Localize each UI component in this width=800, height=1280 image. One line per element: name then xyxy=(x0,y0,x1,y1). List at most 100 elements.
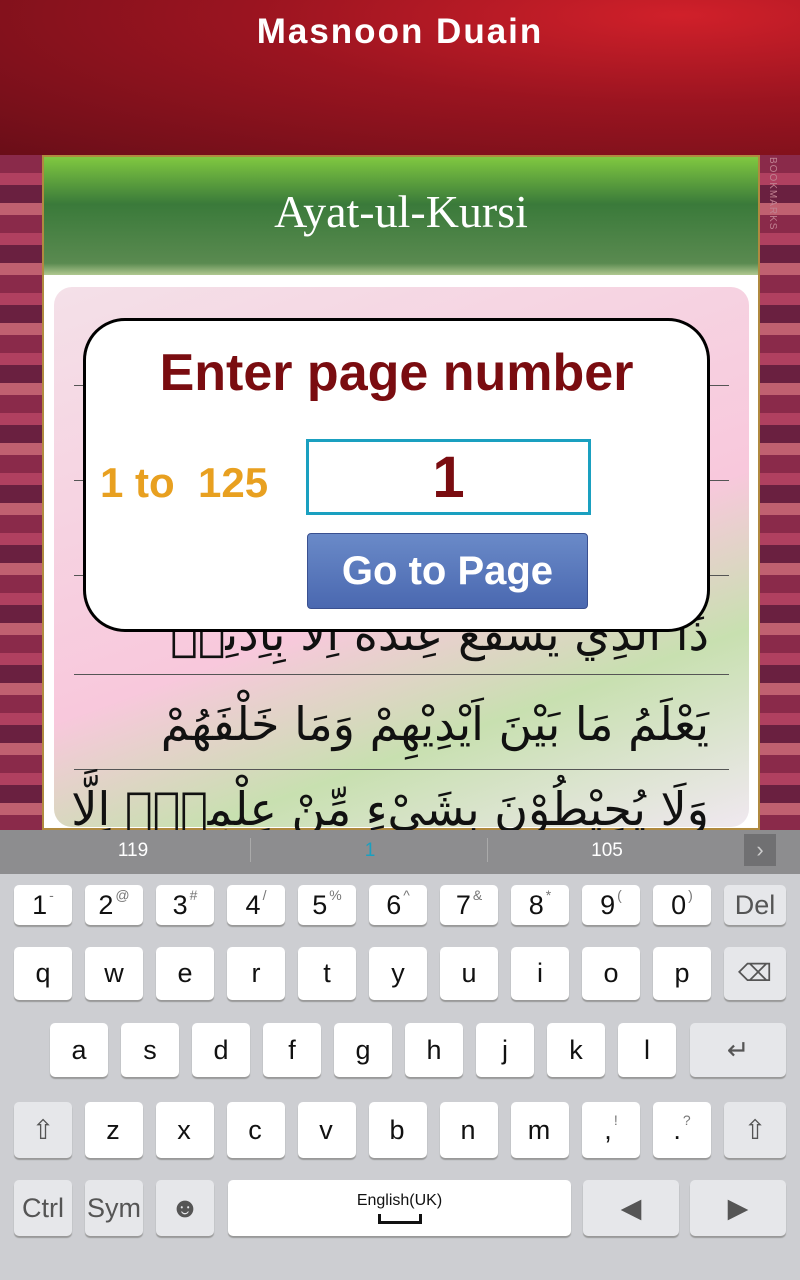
key-label: o xyxy=(603,958,619,988)
key-i[interactable]: i xyxy=(511,947,569,1000)
key-alt-label: ) xyxy=(688,887,693,903)
key-label: v xyxy=(319,1114,333,1145)
key-label: Ctrl xyxy=(22,1192,64,1223)
arabic-line: يَعْلَمُ مَا بَيْنَ اَيْدِيْهِمْ وَمَا خ… xyxy=(160,697,709,751)
key-h[interactable]: h xyxy=(405,1023,463,1077)
key-,[interactable]: ,! xyxy=(582,1102,640,1158)
key-label: e xyxy=(177,958,193,988)
key-4[interactable]: 4/ xyxy=(227,885,285,925)
key-label: p xyxy=(674,958,690,988)
suggestion-bar: 119 1 105 › xyxy=(0,830,800,874)
page-range-label: 1 to 125 xyxy=(100,459,269,506)
arrow-left-icon: ◀ xyxy=(620,1192,642,1223)
shift-key-right[interactable]: ⇧ xyxy=(724,1102,786,1158)
key-label: s xyxy=(143,1034,157,1065)
key-p[interactable]: p xyxy=(653,947,711,1000)
key-alt-label: - xyxy=(49,887,54,903)
key-label: Sym xyxy=(87,1192,141,1223)
key-v[interactable]: v xyxy=(298,1102,356,1158)
key-.[interactable]: .? xyxy=(653,1102,711,1158)
key-label: 7 xyxy=(455,889,471,920)
key-m[interactable]: m xyxy=(511,1102,569,1158)
ctrl-key[interactable]: Ctrl xyxy=(14,1180,72,1236)
key-0[interactable]: 0) xyxy=(653,885,711,925)
suggestion[interactable]: 1 xyxy=(250,840,490,862)
cursor-left-key[interactable]: ◀ xyxy=(583,1180,679,1236)
go-to-page-button[interactable]: Go to Page xyxy=(307,533,588,609)
key-3[interactable]: 3 # xyxy=(156,885,214,925)
key-g[interactable]: g xyxy=(334,1023,392,1077)
chapter-banner: Ayat-ul-Kursi xyxy=(44,157,758,275)
key-label: 3 xyxy=(172,889,188,920)
key-j[interactable]: j xyxy=(476,1023,534,1077)
key-6[interactable]: 6 ^ xyxy=(369,885,427,925)
key-o[interactable]: o xyxy=(582,947,640,1000)
key-d[interactable]: d xyxy=(192,1023,250,1077)
key-label: 0 xyxy=(671,889,687,920)
key-e[interactable]: e xyxy=(156,947,214,1000)
emoji-icon: ☻ xyxy=(170,1192,200,1223)
chevron-right-icon[interactable]: › xyxy=(744,834,776,866)
key-alt-label: * xyxy=(545,887,552,903)
key-f[interactable]: f xyxy=(263,1023,321,1077)
key-q[interactable]: q xyxy=(14,947,72,1000)
key-l[interactable]: l xyxy=(618,1023,676,1077)
key-c[interactable]: c xyxy=(227,1102,285,1158)
page-number-input[interactable] xyxy=(306,439,591,515)
key-label: 4 xyxy=(245,889,261,920)
key-s[interactable]: s xyxy=(121,1023,179,1077)
key-alt-label: ( xyxy=(617,887,622,903)
key-a[interactable]: a xyxy=(50,1023,108,1077)
key-alt-label: % xyxy=(329,887,342,903)
key-5[interactable]: 5% xyxy=(298,885,356,925)
key-label: h xyxy=(426,1034,442,1065)
key-k[interactable]: k xyxy=(547,1023,605,1077)
key-y[interactable]: y xyxy=(369,947,427,1000)
key-label: 9 xyxy=(600,889,616,920)
delete-key[interactable]: Del xyxy=(724,885,786,925)
key-x[interactable]: x xyxy=(156,1102,214,1158)
cursor-right-key[interactable]: ▶ xyxy=(690,1180,786,1236)
emoji-voice-key[interactable]: ☻ xyxy=(156,1180,214,1236)
shift-key[interactable]: ⇧ xyxy=(14,1102,72,1158)
key-w[interactable]: w xyxy=(85,947,143,1000)
key-7[interactable]: 7 & xyxy=(440,885,498,925)
key-u[interactable]: u xyxy=(440,947,498,1000)
backspace-key[interactable]: ⌫ xyxy=(724,947,786,1000)
bookmarks-tab[interactable]: BOOKMARKS xyxy=(760,157,778,277)
key-label: r xyxy=(251,958,261,988)
key-label: 6 xyxy=(386,889,402,920)
sym-key[interactable]: Sym xyxy=(85,1180,143,1236)
enter-icon: ↵ xyxy=(726,1034,750,1065)
key-label: i xyxy=(537,958,543,988)
key-b[interactable]: b xyxy=(369,1102,427,1158)
key-label: 1 xyxy=(32,889,48,920)
key-label: f xyxy=(288,1034,296,1065)
key-label: z xyxy=(106,1114,120,1145)
key-label: b xyxy=(389,1114,405,1145)
app-header: Masnoon Duain xyxy=(0,0,800,155)
key-n[interactable]: n xyxy=(440,1102,498,1158)
suggestion[interactable]: 105 xyxy=(487,840,727,862)
page-number-dialog: Enter page number 1 to 125 Go to Page xyxy=(83,318,710,632)
key-1[interactable]: 1- xyxy=(14,885,72,925)
key-r[interactable]: r xyxy=(227,947,285,1000)
key-9[interactable]: 9( xyxy=(582,885,640,925)
key-label: u xyxy=(461,958,477,988)
enter-key[interactable]: ↵ xyxy=(690,1023,786,1077)
key-8[interactable]: 8 * xyxy=(511,885,569,925)
key-label: g xyxy=(355,1034,371,1065)
key-label: c xyxy=(248,1114,262,1145)
key-label: j xyxy=(502,1034,508,1065)
suggestion[interactable]: 119 xyxy=(13,840,253,862)
key-label: 2 xyxy=(98,889,114,920)
key-label: w xyxy=(104,958,124,988)
key-t[interactable]: t xyxy=(298,947,356,1000)
chapter-title: Ayat-ul-Kursi xyxy=(274,186,528,237)
key-z[interactable]: z xyxy=(85,1102,143,1158)
key-2[interactable]: 2 @ xyxy=(85,885,143,925)
key-label: . xyxy=(673,1114,681,1145)
space-key[interactable]: English(UK) xyxy=(228,1180,571,1236)
key-alt-label: ^ xyxy=(403,887,410,903)
key-label: , xyxy=(604,1114,612,1145)
